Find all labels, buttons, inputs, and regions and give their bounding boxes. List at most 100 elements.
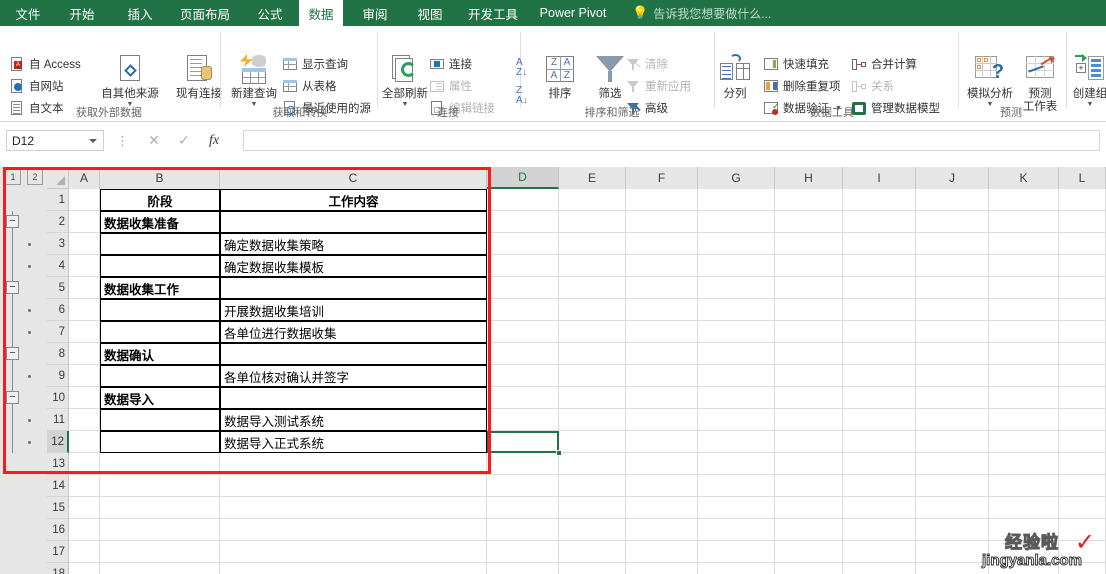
- grid-cell-H8[interactable]: [775, 343, 843, 365]
- grid-cell-E2[interactable]: [559, 211, 626, 233]
- grid-cell-D10[interactable]: [487, 387, 559, 409]
- grid-cell-K2[interactable]: [989, 211, 1059, 233]
- name-box[interactable]: D12: [6, 130, 104, 151]
- grid-cell-J7[interactable]: [916, 321, 989, 343]
- column-header-C[interactable]: C: [220, 167, 487, 189]
- grid-cell-J4[interactable]: [916, 255, 989, 277]
- grid-cell-I17[interactable]: [843, 541, 916, 563]
- grid-cell-K4[interactable]: [989, 255, 1059, 277]
- grid-cell-E8[interactable]: [559, 343, 626, 365]
- grid-cell-K16[interactable]: [989, 519, 1059, 541]
- table-cell-stage-row-8[interactable]: 数据确认: [100, 343, 220, 365]
- grid-cell-H11[interactable]: [775, 409, 843, 431]
- grid-cell-L4[interactable]: [1059, 255, 1106, 277]
- grid-cell-G3[interactable]: [698, 233, 775, 255]
- ribbon-button-创建组[interactable]: + 创建组 ▼: [1066, 54, 1106, 108]
- table-header-stage[interactable]: 阶段: [100, 189, 220, 211]
- dropdown-caret-icon[interactable]: [89, 139, 97, 143]
- grid-cell-F15[interactable]: [626, 497, 698, 519]
- column-header-G[interactable]: G: [698, 167, 775, 189]
- grid-cell-G16[interactable]: [698, 519, 775, 541]
- grid-cell-D14[interactable]: [487, 475, 559, 497]
- ribbon-tab-4[interactable]: 公式: [248, 0, 292, 26]
- grid-cell-K8[interactable]: [989, 343, 1059, 365]
- grid-cell-D5[interactable]: [487, 277, 559, 299]
- grid-cell-D15[interactable]: [487, 497, 559, 519]
- grid-cell-K6[interactable]: [989, 299, 1059, 321]
- grid-cell-I3[interactable]: [843, 233, 916, 255]
- row-header-13[interactable]: 13: [47, 453, 69, 475]
- grid-cell-I6[interactable]: [843, 299, 916, 321]
- grid-cell-C13[interactable]: [220, 453, 487, 475]
- grid-cell-H17[interactable]: [775, 541, 843, 563]
- grid-cell-H4[interactable]: [775, 255, 843, 277]
- grid-cell-E9[interactable]: [559, 365, 626, 387]
- grid-cell-C18[interactable]: [220, 563, 487, 574]
- grid-cell-J15[interactable]: [916, 497, 989, 519]
- row-header-1[interactable]: 1: [47, 189, 69, 211]
- grid-cell-I2[interactable]: [843, 211, 916, 233]
- table-cell-content-row-5[interactable]: [220, 277, 487, 299]
- grid-cell-A18[interactable]: [69, 563, 100, 574]
- grid-cell-J16[interactable]: [916, 519, 989, 541]
- grid-cell-I18[interactable]: [843, 563, 916, 574]
- table-cell-stage-row-10[interactable]: 数据导入: [100, 387, 220, 409]
- column-header-B[interactable]: B: [100, 167, 220, 189]
- grid-cell-F11[interactable]: [626, 409, 698, 431]
- grid-cell-K12[interactable]: [989, 431, 1059, 453]
- grid-cell-G10[interactable]: [698, 387, 775, 409]
- grid-cell-F12[interactable]: [626, 431, 698, 453]
- grid-cell-F16[interactable]: [626, 519, 698, 541]
- outline-collapse-button-row-5[interactable]: −: [6, 281, 19, 294]
- row-header-7[interactable]: 7: [47, 321, 69, 343]
- grid-cell-D18[interactable]: [487, 563, 559, 574]
- grid-cell-F13[interactable]: [626, 453, 698, 475]
- grid-cell-I7[interactable]: [843, 321, 916, 343]
- table-cell-stage-row-7[interactable]: [100, 321, 220, 343]
- row-header-15[interactable]: 15: [47, 497, 69, 519]
- grid-cell-E10[interactable]: [559, 387, 626, 409]
- table-cell-content-row-4[interactable]: 确定数据收集模板: [220, 255, 487, 277]
- grid-cell-L11[interactable]: [1059, 409, 1106, 431]
- grid-cell-J18[interactable]: [916, 563, 989, 574]
- grid-cell-J14[interactable]: [916, 475, 989, 497]
- table-cell-stage-row-3[interactable]: [100, 233, 220, 255]
- grid-cell-A11[interactable]: [69, 409, 100, 431]
- grid-cell-L18[interactable]: [1059, 563, 1106, 574]
- grid-cell-J9[interactable]: [916, 365, 989, 387]
- table-header-content[interactable]: 工作内容: [220, 189, 487, 211]
- row-header-10[interactable]: 10: [47, 387, 69, 409]
- grid-cell-H12[interactable]: [775, 431, 843, 453]
- ribbon-item-从表格[interactable]: 从表格: [283, 78, 337, 94]
- grid-cell-A5[interactable]: [69, 277, 100, 299]
- table-cell-content-row-9[interactable]: 各单位核对确认并签字: [220, 365, 487, 387]
- grid-cell-J12[interactable]: [916, 431, 989, 453]
- grid-cell-F5[interactable]: [626, 277, 698, 299]
- grid-cell-G6[interactable]: [698, 299, 775, 321]
- grid-cell-H2[interactable]: [775, 211, 843, 233]
- row-header-3[interactable]: 3: [47, 233, 69, 255]
- ribbon-item-快速填充[interactable]: 快速填充: [764, 56, 829, 72]
- grid-cell-H14[interactable]: [775, 475, 843, 497]
- grid-cell-I8[interactable]: [843, 343, 916, 365]
- grid-cell-L6[interactable]: [1059, 299, 1106, 321]
- grid-cell-G14[interactable]: [698, 475, 775, 497]
- grid-cell-I10[interactable]: [843, 387, 916, 409]
- grid-cell-H16[interactable]: [775, 519, 843, 541]
- grid-cell-J3[interactable]: [916, 233, 989, 255]
- ribbon-tab-7[interactable]: 视图: [408, 0, 452, 26]
- ribbon-item-连接[interactable]: 连接: [430, 56, 472, 72]
- grid-cell-E3[interactable]: [559, 233, 626, 255]
- ribbon-button-分列[interactable]: 分列: [712, 54, 758, 101]
- grid-cell-A4[interactable]: [69, 255, 100, 277]
- grid-cell-F6[interactable]: [626, 299, 698, 321]
- ribbon-item-自网站[interactable]: 自网站: [10, 78, 64, 94]
- grid-cell-K1[interactable]: [989, 189, 1059, 211]
- column-header-J[interactable]: J: [916, 167, 989, 189]
- column-header-I[interactable]: I: [843, 167, 916, 189]
- grid-cell-D17[interactable]: [487, 541, 559, 563]
- grid-cell-F10[interactable]: [626, 387, 698, 409]
- grid-cell-I1[interactable]: [843, 189, 916, 211]
- grid-cell-L3[interactable]: [1059, 233, 1106, 255]
- tell-me-box[interactable]: 💡 告诉我您想要做什么...: [632, 0, 771, 26]
